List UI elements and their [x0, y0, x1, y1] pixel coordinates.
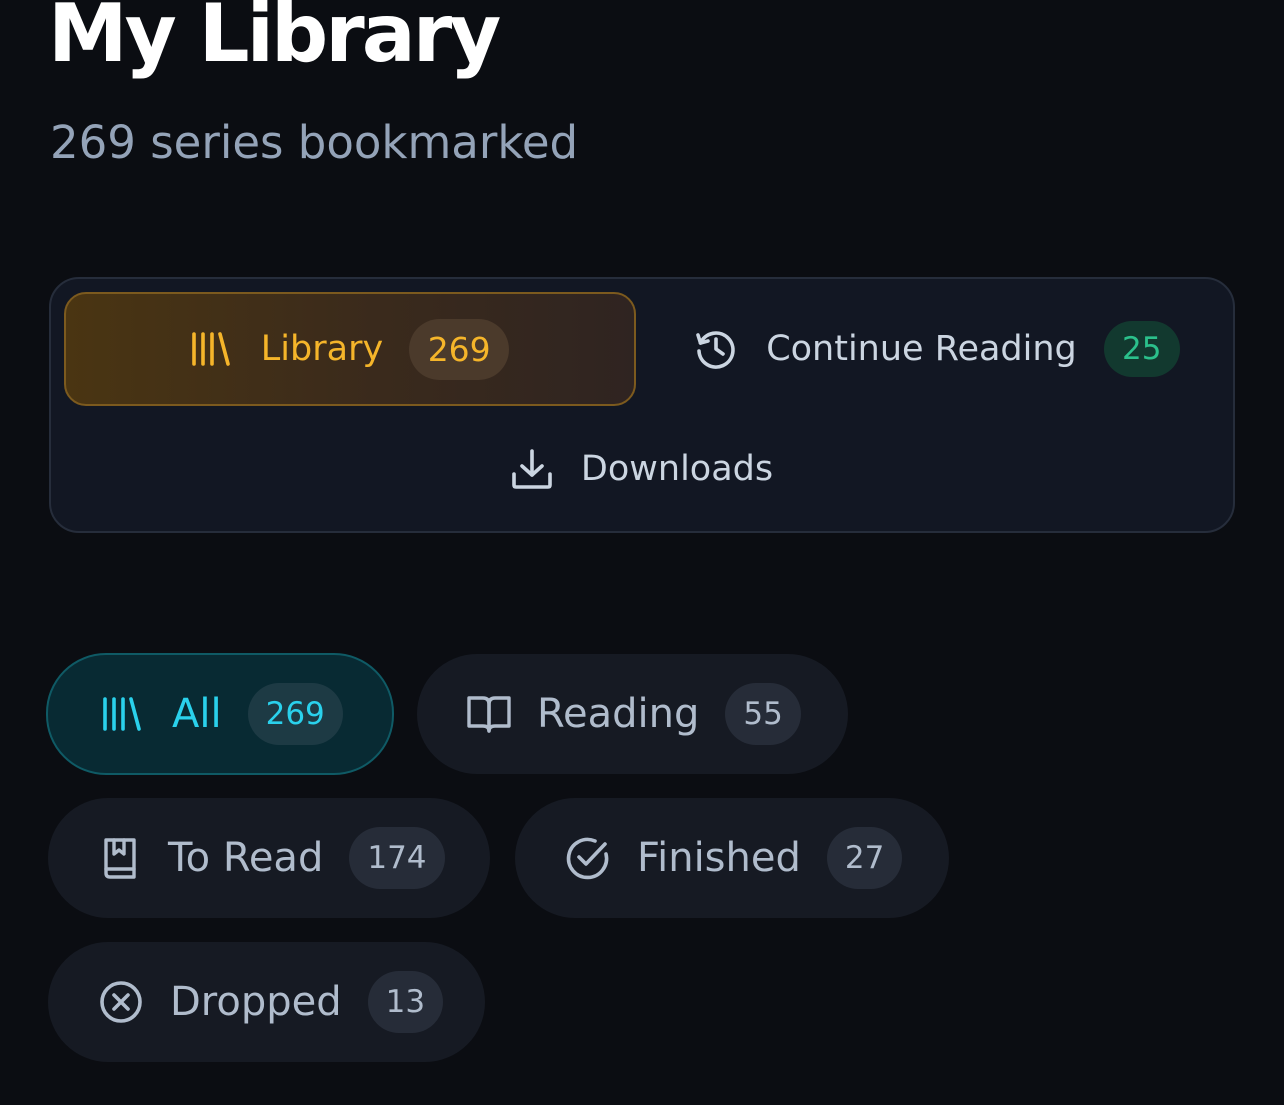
- library-icon: [191, 331, 231, 367]
- filter-all-label: All: [172, 691, 222, 737]
- filter-all[interactable]: All 269: [46, 653, 394, 775]
- download-icon: [511, 448, 553, 490]
- filter-to-read-count: 174: [349, 827, 445, 889]
- filter-finished-label: Finished: [637, 835, 801, 881]
- library-icon: [102, 696, 142, 732]
- tab-downloads-label: Downloads: [580, 448, 774, 489]
- filter-dropped-label: Dropped: [170, 979, 342, 1025]
- tab-continue-count: 25: [1103, 321, 1180, 377]
- page-title: My Library: [48, 0, 501, 80]
- library-page: My Library 269 series bookmarked Library…: [0, 0, 1284, 1105]
- check-circle-icon: [565, 835, 611, 881]
- bookmark-book-icon: [102, 836, 138, 880]
- page-subtitle: 269 series bookmarked: [50, 116, 579, 169]
- tab-continue-label: Continue Reading: [766, 328, 1077, 369]
- tab-continue-reading[interactable]: Continue Reading 25: [639, 292, 1235, 406]
- filter-to-read-label: To Read: [168, 835, 324, 881]
- filter-dropped-count: 13: [367, 971, 444, 1033]
- filter-finished[interactable]: Finished 27: [515, 798, 949, 918]
- filter-finished-count: 27: [826, 827, 903, 889]
- history-icon: [694, 327, 738, 371]
- filter-reading[interactable]: Reading 55: [417, 654, 848, 774]
- open-book-icon: [467, 694, 511, 734]
- x-circle-icon: [98, 979, 144, 1025]
- tab-library[interactable]: Library 269: [64, 292, 636, 406]
- filter-to-read[interactable]: To Read 174: [48, 798, 490, 918]
- filter-all-count: 269: [247, 683, 343, 745]
- filter-reading-count: 55: [725, 683, 801, 745]
- filter-reading-label: Reading: [537, 691, 700, 737]
- tab-panel: Library 269 Continue Reading 25 Download…: [49, 277, 1235, 533]
- tab-library-label: Library: [260, 328, 384, 369]
- filter-dropped[interactable]: Dropped 13: [48, 942, 485, 1062]
- tab-downloads[interactable]: Downloads: [51, 409, 1233, 529]
- tab-library-count: 269: [409, 318, 510, 380]
